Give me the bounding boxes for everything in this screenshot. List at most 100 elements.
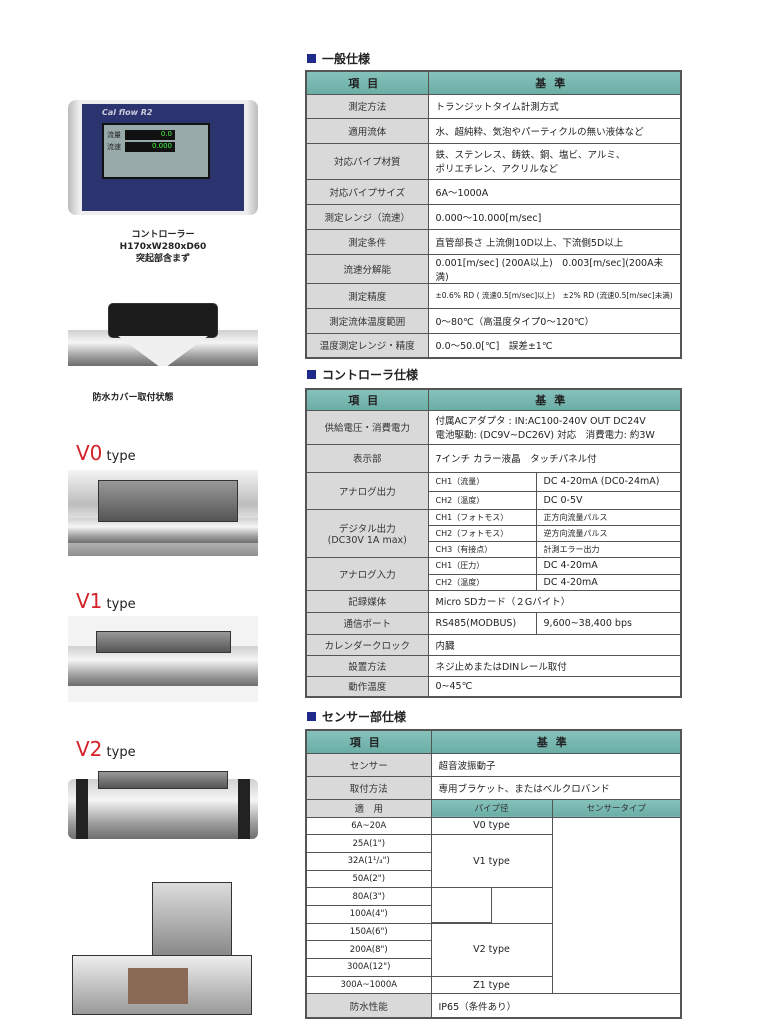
row-value: 逆方向流量パルス	[535, 524, 682, 542]
type-suffix: type	[106, 449, 136, 464]
channel: CH1（流量）	[427, 471, 537, 492]
pipe-size: 32A(1¹/₄")	[305, 851, 432, 871]
row-label: 流速分解能	[305, 253, 429, 284]
row-label: 通信ポート	[305, 611, 429, 635]
controller-logo: Cal flow R2	[102, 108, 153, 117]
pipe-size: 300A~1000A	[305, 975, 432, 995]
sensor-type: V1 type	[430, 834, 553, 889]
screen-flow-label: 流量	[107, 131, 121, 139]
type-label-v0: V0 type	[76, 441, 136, 465]
general-spec-table: 項目 基準 測定方法 トランジットタイム計測方式 適用流体 水、超純粋、気泡やパーティク…	[305, 70, 682, 359]
pipe-size: 80A(3")	[305, 887, 432, 906]
spec-row: 測定レンジ（流速） 0.000～10.000[m/sec]	[305, 203, 682, 230]
header-item: 項目	[305, 70, 429, 95]
row-value: IP65（条件あり）	[430, 993, 682, 1019]
channel: CH2（温度）	[427, 490, 537, 510]
channel: CH2（フォトモス）	[427, 524, 537, 542]
row-label: 設置方法	[305, 654, 429, 677]
v0-photo	[68, 470, 258, 556]
section-title: センサー部仕様	[322, 710, 407, 724]
caption-line: コントローラー	[131, 230, 195, 240]
screen-speed-value: 0.000	[125, 142, 175, 152]
pipe-size: 300A(12")	[305, 958, 432, 977]
row-value: 直管部長さ 上流側10D以上、下流側5D以上	[427, 228, 682, 255]
row-value: 計測エラー出力	[535, 540, 682, 558]
row-value: トランジットタイム計測方式	[427, 93, 682, 119]
row-value: 0～80℃（高温度タイプ0～120℃）	[427, 307, 682, 334]
sensor-spec-table: 項目 基準 センサー 超音波振動子 取付方法 専用ブラケット、またはベルクロバンド 適…	[305, 729, 682, 1019]
sensor-type: V2 type	[430, 922, 553, 977]
caption-line: 突起部含まず	[135, 254, 190, 264]
header-item: 項目	[305, 388, 429, 411]
section-title: 一般仕様	[322, 52, 371, 66]
type-label-v1: V1 type	[76, 589, 136, 613]
row-value: DC 4-20mA	[535, 556, 682, 575]
pipe-size: 6A~20A	[305, 816, 432, 836]
apply-row: 150A(6") V2 type	[305, 922, 681, 977]
section-marker-icon	[307, 54, 316, 63]
row-value: 超音波振動子	[430, 752, 682, 777]
section-controller: コントローラ仕様	[307, 366, 418, 383]
v1-photo	[68, 616, 258, 702]
header-item: 項目	[305, 729, 432, 754]
z1-photo	[68, 880, 258, 1018]
row-value: RS485(MODBUS)	[427, 611, 537, 635]
spec-row: 適用流体 水、超純粋、気泡やパーティクルの無い液体など	[305, 117, 682, 144]
row-label: センサー	[305, 752, 432, 777]
apply-row: 6A~20A V0 type	[305, 816, 681, 836]
row-label: 測定方法	[305, 93, 429, 119]
spec-row: 対応パイプ材質 鉄、ステンレス、鋳鉄、銅、塩ビ、アルミ、 ポリエチレン、アクリルな…	[305, 142, 682, 180]
controller-caption: コントローラー H170xW280xD60 突起部含まず	[68, 229, 258, 265]
row-label: 測定流体温度範囲	[305, 307, 429, 334]
row-label: カレンダークロック	[305, 633, 429, 656]
pipe-size: 100A(4")	[305, 904, 432, 924]
type-suffix: type	[106, 745, 136, 760]
row-value: 内臓	[427, 633, 682, 656]
row-label: 表示部	[305, 443, 429, 473]
section-general: 一般仕様	[307, 50, 370, 67]
row-label: 対応パイプ材質	[305, 142, 429, 180]
spec-row: 測定条件 直管部長さ 上流側10D以上、下流側5D以上	[305, 228, 682, 255]
channel: CH1（フォトモス）	[427, 508, 537, 526]
power-line: 付属ACアダプタ : IN:AC100-240V OUT DC24V	[435, 416, 646, 427]
power-value: 付属ACアダプタ : IN:AC100-240V OUT DC24V 電池駆動: …	[427, 409, 682, 445]
channel: CH1（圧力）	[427, 556, 537, 575]
caption-line: H170xW280xD60	[119, 242, 207, 252]
section-sensor: センサー部仕様	[307, 708, 406, 725]
row-label: 動作温度	[305, 675, 429, 698]
spec-row: 対応パイプサイズ 6A～1000A	[305, 178, 682, 205]
pipe-size: 50A(2")	[305, 869, 432, 889]
section-marker-icon	[307, 370, 316, 379]
controller-photo: Cal flow R2 流量 0.0 流速 0.000	[68, 100, 258, 215]
row-label: 供給電圧・消費電力	[305, 409, 429, 445]
row-value: 正方向流量パルス	[535, 508, 682, 526]
row-value: DC 4-20mA (DC0-24mA)	[535, 471, 682, 492]
row-value: 鉄、ステンレス、鋳鉄、銅、塩ビ、アルミ、 ポリエチレン、アクリルなど	[427, 142, 682, 180]
type-code: V0	[76, 441, 103, 465]
type-label-v2: V2 type	[76, 737, 136, 761]
row-label: 温度測定レンジ・精度	[305, 332, 429, 359]
row-label: 防水性能	[305, 993, 432, 1019]
row-value: DC 4-20mA	[535, 573, 682, 591]
row-label: 適用流体	[305, 117, 429, 144]
row-value: 0.0～50.0[℃] 誤差±1℃	[427, 332, 682, 359]
row-value: 0.000～10.000[m/sec]	[427, 203, 682, 230]
type-suffix: type	[106, 597, 136, 612]
spec-row: 温度測定レンジ・精度 0.0～50.0[℃] 誤差±1℃	[305, 332, 682, 359]
subheader-pipe-size: パイプ径	[430, 798, 553, 818]
header-standard: 基準	[427, 70, 682, 95]
row-label: 取付方法	[305, 775, 432, 800]
row-value: Micro SDカード（２Gバイト）	[427, 589, 682, 613]
channel: CH3（有接点）	[427, 540, 537, 558]
row-value: ±0.6% RD ( 流速0.5[m/sec]以上) ±2% RD (流速0.5…	[427, 282, 682, 309]
row-value: 専用ブラケット、またはベルクロバンド	[430, 775, 682, 800]
row-label: アナログ入力	[305, 556, 429, 591]
row-label: デジタル出力 (DC30V 1A max)	[305, 508, 429, 558]
row-value: 9,600~38,400 bps	[535, 611, 682, 635]
pipe-size: 150A(6")	[305, 922, 432, 942]
section-marker-icon	[307, 712, 316, 721]
channel: CH2（温度）	[427, 573, 537, 591]
header-standard: 基準	[430, 729, 682, 754]
power-line: 電池駆動: (DC9V~DC26V) 対応 消費電力: 約3W	[435, 430, 655, 441]
pipe-size: 200A(8")	[305, 940, 432, 959]
